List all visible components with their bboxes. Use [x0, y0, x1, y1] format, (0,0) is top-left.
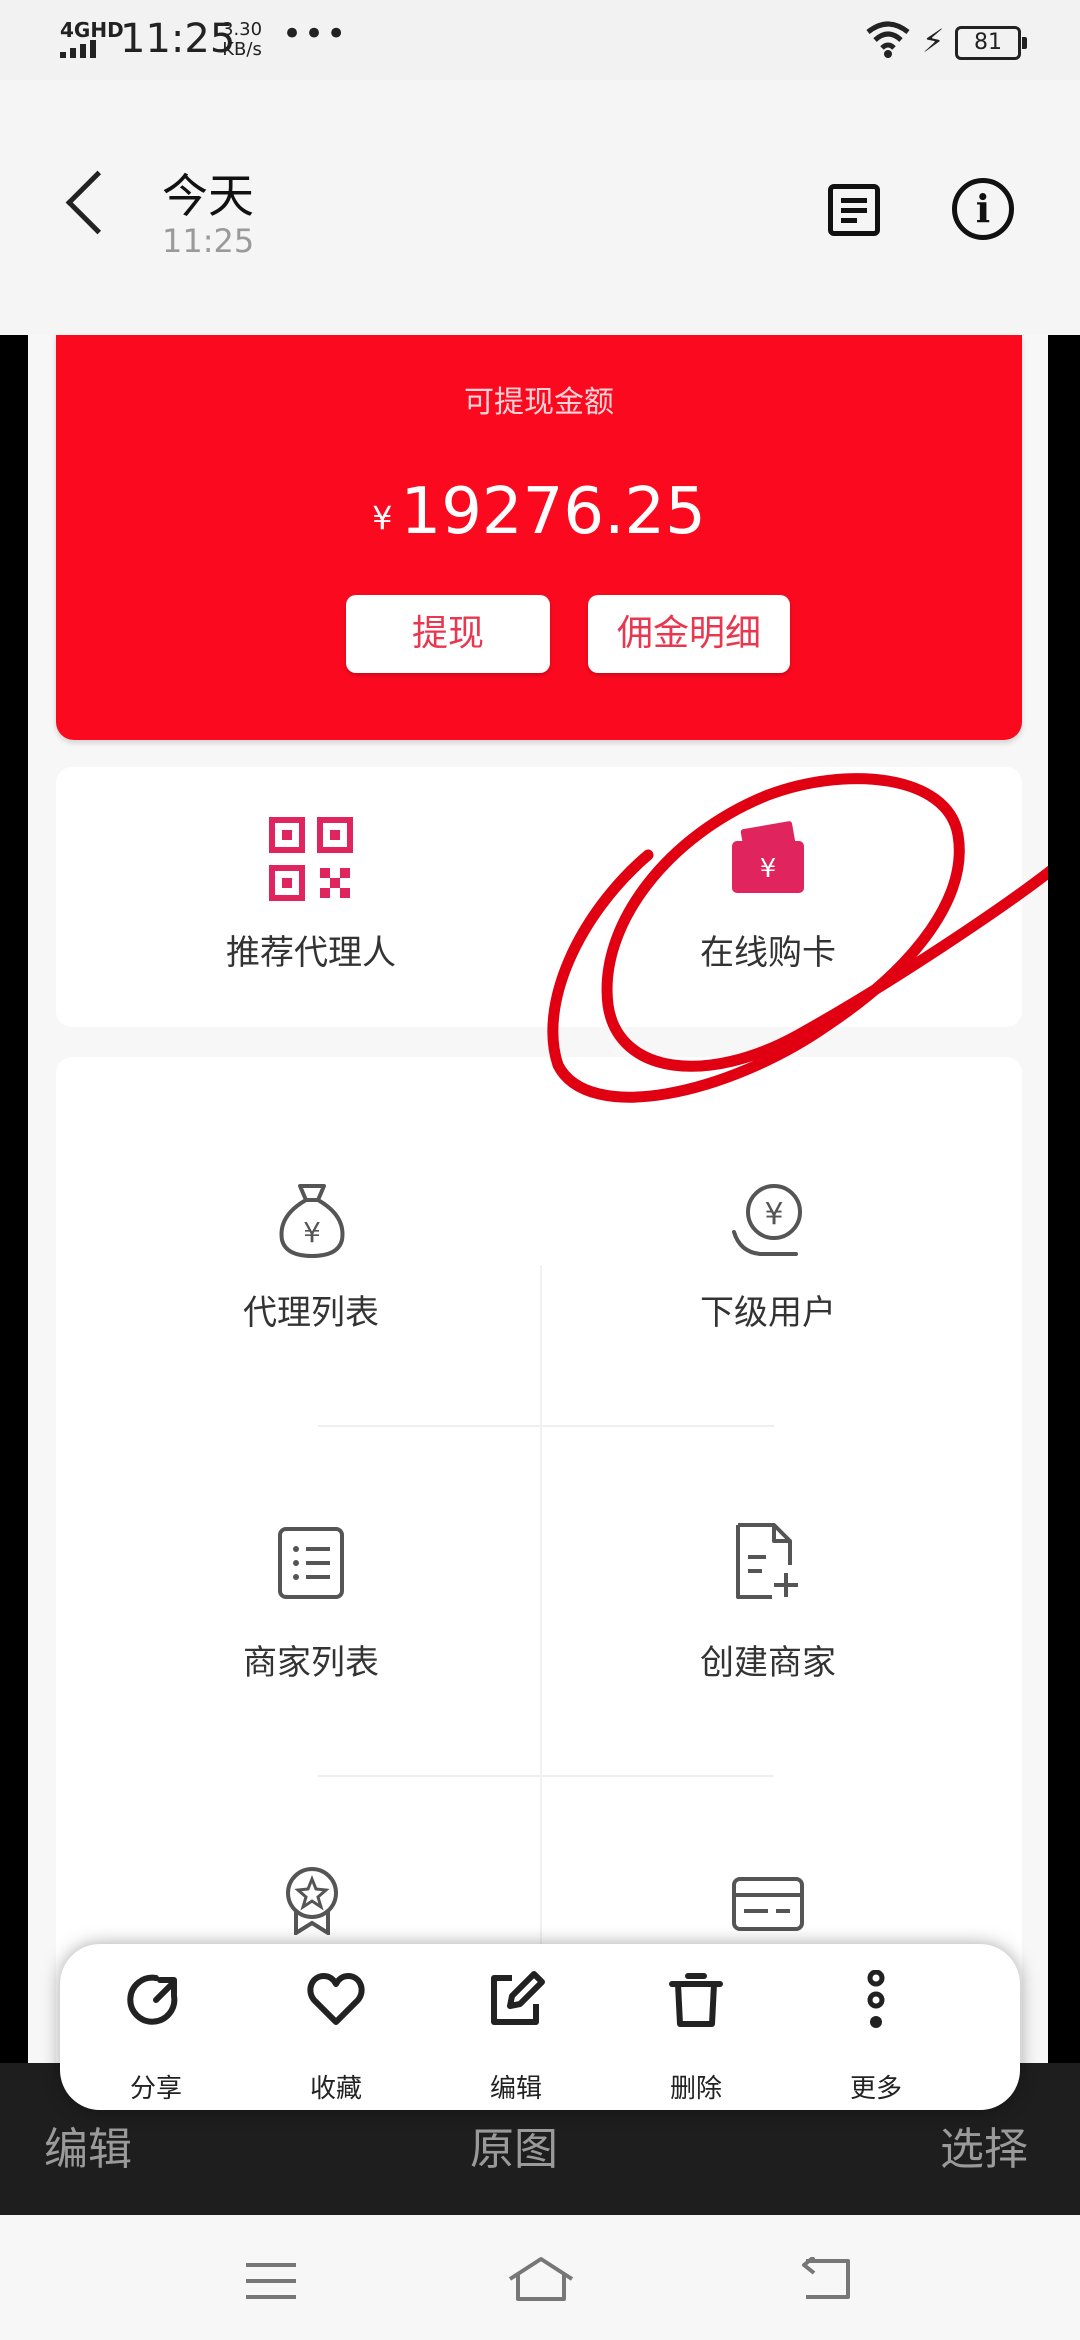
- page-subtitle: 11:25: [162, 222, 255, 260]
- balance-amount: ¥19276.25: [56, 475, 1022, 549]
- menu-grid: [56, 1057, 1022, 2065]
- wifi-icon: [866, 21, 910, 58]
- network-type: 4GHD: [60, 18, 124, 42]
- favorite-button[interactable]: 收藏: [240, 1944, 432, 2110]
- system-nav-bar: [0, 2215, 1080, 2340]
- image-content: 可提现金额 ¥19276.25 提现 佣金明细 推荐代理人 ¥ 在线购卡 ¥ 代…: [28, 335, 1048, 2065]
- charging-icon: ⚡: [922, 22, 945, 60]
- share-icon: [127, 1974, 178, 2025]
- network-speed: 3.30 KB/s: [222, 20, 262, 60]
- balance-label: 可提现金额: [464, 385, 614, 420]
- grid-divider-horizontal: [318, 1425, 774, 1427]
- status-time: 11:25: [120, 16, 236, 62]
- delete-label: 删除: [669, 2074, 722, 2104]
- withdraw-button[interactable]: 提现: [346, 595, 550, 673]
- balance-card: 可提现金额 ¥19276.25 提现 佣金明细: [56, 335, 1022, 740]
- trash-icon: [669, 1973, 723, 2027]
- amount-value: 19276.25: [400, 475, 706, 549]
- status-more: •••: [282, 14, 349, 54]
- qr-code-icon[interactable]: [269, 817, 353, 901]
- menu-icon[interactable]: [244, 2261, 298, 2301]
- select-action[interactable]: 选择: [940, 2113, 1028, 2177]
- favorite-label: 收藏: [309, 2074, 362, 2104]
- red-circle-annotation: [547, 773, 1048, 1103]
- edit-button[interactable]: 编辑: [420, 1944, 612, 2110]
- action-popup: 分享 收藏 编辑 删除 更多: [60, 1944, 1020, 2110]
- credit-card-icon: [732, 1877, 804, 1931]
- grid-item-label[interactable]: 下级用户: [618, 1285, 918, 1334]
- more-button[interactable]: 更多: [780, 1944, 972, 2110]
- list-icon[interactable]: [276, 1525, 346, 1601]
- yuan-hand-icon[interactable]: ¥: [730, 1180, 810, 1260]
- grid-divider-horizontal: [318, 1775, 774, 1777]
- delete-button[interactable]: 删除: [600, 1944, 792, 2110]
- edit-action[interactable]: 编辑: [44, 2113, 132, 2177]
- svg-text:¥: ¥: [764, 1197, 783, 1232]
- edit-label: 编辑: [489, 2074, 542, 2104]
- page-title: 今天: [162, 169, 254, 223]
- status-bar: 4GHD 11:25 3.30 KB/s ••• ⚡ 81: [0, 0, 1080, 80]
- speed-value: 3.30: [222, 19, 263, 40]
- more-label: 更多: [849, 2074, 902, 2104]
- back-icon[interactable]: [796, 2257, 852, 2301]
- grid-item-label[interactable]: 代理列表: [161, 1285, 461, 1334]
- speed-unit: KB/s: [222, 39, 262, 60]
- svg-text:¥: ¥: [303, 1216, 321, 1249]
- file-add-icon[interactable]: [732, 1521, 804, 1601]
- commission-detail-button[interactable]: 佣金明细: [588, 595, 790, 673]
- original-image-action[interactable]: 原图: [470, 2113, 558, 2177]
- info-icon[interactable]: i: [952, 178, 1014, 240]
- money-bag-icon[interactable]: ¥: [274, 1180, 350, 1260]
- signal-icon: [60, 40, 104, 58]
- battery-icon: 81: [955, 26, 1027, 60]
- details-icon[interactable]: [828, 184, 880, 236]
- currency-symbol: ¥: [372, 499, 393, 537]
- grid-item-label[interactable]: 商家列表: [161, 1635, 461, 1684]
- share-button[interactable]: 分享: [60, 1944, 252, 2110]
- more-vertical-icon: [867, 1970, 885, 2028]
- edit-icon: [491, 1971, 545, 2025]
- share-label: 分享: [129, 2074, 182, 2104]
- badge-icon: [286, 1867, 338, 1935]
- quick-action-label[interactable]: 推荐代理人: [161, 925, 461, 974]
- home-icon[interactable]: [506, 2255, 576, 2303]
- grid-item-label[interactable]: 创建商家: [618, 1635, 918, 1684]
- heart-icon: [307, 1973, 365, 2025]
